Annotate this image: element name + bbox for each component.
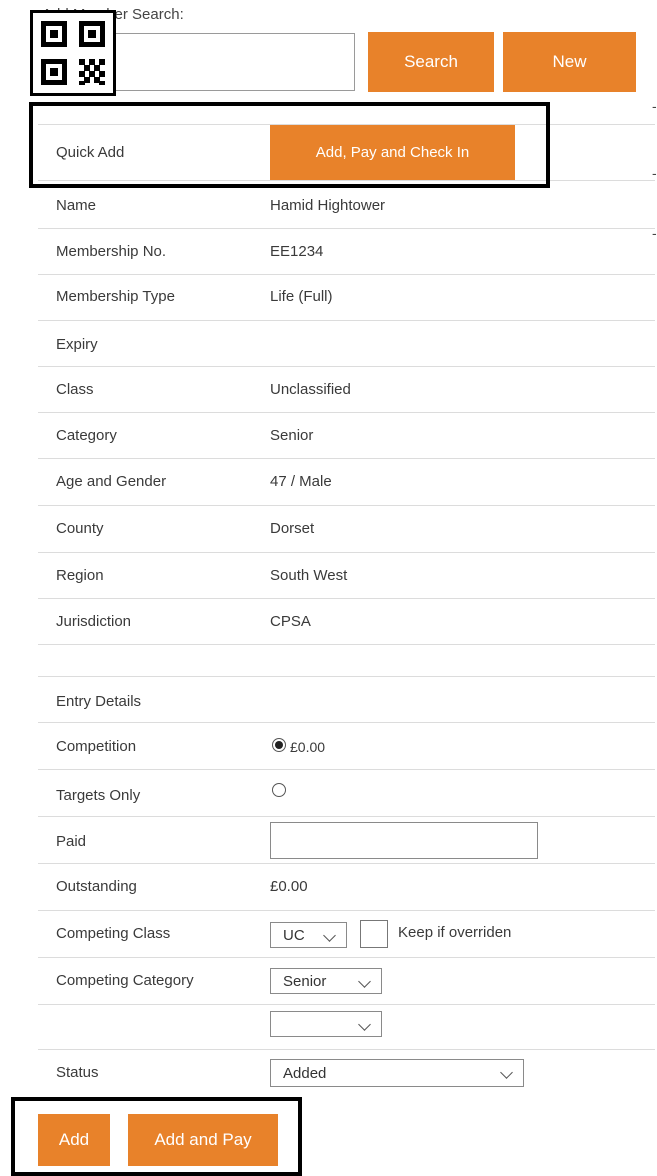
competition-radio[interactable] xyxy=(272,738,286,752)
detail-row-membership-no: Membership No. EE1234 xyxy=(38,229,655,275)
detail-value: CPSA xyxy=(270,613,311,630)
right-edge-fragment: ‐ xyxy=(652,98,657,114)
detail-row-age-gender: Age and Gender 47 / Male xyxy=(38,459,655,506)
detail-label: Expiry xyxy=(56,336,98,353)
detail-row-expiry: Expiry xyxy=(38,321,655,367)
spacer-row xyxy=(38,645,655,677)
detail-label: Age and Gender xyxy=(56,473,167,490)
paid-row: Paid xyxy=(38,817,655,864)
detail-label: Membership Type xyxy=(56,288,175,305)
detail-value: Hamid Hightower xyxy=(270,197,386,214)
competing-class-row: Competing Class UC Keep if overriden xyxy=(38,911,655,958)
detail-value: Unclassified xyxy=(270,381,351,398)
detail-value: Senior xyxy=(270,427,314,444)
quick-add-label: Quick Add xyxy=(56,144,125,161)
qr-code-icon[interactable] xyxy=(30,10,116,96)
entry-details-header: Entry Details xyxy=(56,693,142,710)
chevron-down-icon xyxy=(323,929,336,942)
chevron-down-icon xyxy=(500,1066,513,1079)
detail-value: EE1234 xyxy=(270,243,324,260)
detail-row-county: County Dorset xyxy=(38,506,655,553)
detail-row-membership-type: Membership Type Life (Full) xyxy=(38,275,655,321)
radio-dot xyxy=(275,741,283,749)
detail-label: Membership No. xyxy=(56,243,167,260)
extra-select[interactable] xyxy=(270,1011,382,1037)
detail-label: Region xyxy=(56,567,104,584)
competing-class-value: UC xyxy=(283,926,305,944)
competition-row: Competition £0.00 xyxy=(38,723,655,770)
targets-only-radio[interactable] xyxy=(272,783,286,797)
status-value: Added xyxy=(283,1064,327,1082)
keep-if-overriden-label: Keep if overriden xyxy=(398,924,512,941)
chevron-down-icon xyxy=(358,975,371,988)
search-input[interactable] xyxy=(104,33,355,91)
add-button[interactable]: Add xyxy=(38,1114,110,1166)
competing-category-select[interactable]: Senior xyxy=(270,968,382,994)
outstanding-label: Outstanding xyxy=(56,878,137,895)
detail-row-region: Region South West xyxy=(38,553,655,599)
detail-row-jurisdiction: Jurisdiction CPSA xyxy=(38,599,655,645)
status-select[interactable]: Added xyxy=(270,1059,524,1087)
detail-label: Class xyxy=(56,381,94,398)
detail-value: 47 / Male xyxy=(270,473,332,490)
chevron-down-icon xyxy=(358,1018,371,1031)
search-button[interactable]: Search xyxy=(368,32,494,92)
competition-price: £0.00 xyxy=(290,739,326,755)
outstanding-value: £0.00 xyxy=(270,878,308,895)
detail-row-name: Name Hamid Hightower xyxy=(38,181,655,229)
competing-category-label: Competing Category xyxy=(56,972,194,989)
detail-label: Jurisdiction xyxy=(56,613,132,630)
add-pay-check-in-button[interactable]: Add, Pay and Check In xyxy=(270,125,515,180)
competition-label: Competition xyxy=(56,738,137,755)
entry-details-header-row: Entry Details xyxy=(38,677,655,723)
detail-label: Category xyxy=(56,427,117,444)
new-button[interactable]: New xyxy=(503,32,636,92)
competing-class-label: Competing Class xyxy=(56,925,171,942)
detail-label: County xyxy=(56,520,104,537)
extra-select-row xyxy=(38,1005,655,1050)
keep-if-overriden-checkbox[interactable] xyxy=(360,920,388,948)
detail-value: South West xyxy=(270,567,348,584)
detail-label: Name xyxy=(56,197,97,214)
detail-row-class: Class Unclassified xyxy=(38,367,655,413)
paid-input[interactable] xyxy=(270,822,538,859)
detail-value: Dorset xyxy=(270,520,315,537)
detail-row-category: Category Senior xyxy=(38,413,655,459)
targets-only-row: Targets Only xyxy=(38,770,655,817)
add-and-pay-button[interactable]: Add and Pay xyxy=(128,1114,278,1166)
paid-label: Paid xyxy=(56,833,87,850)
competing-category-value: Senior xyxy=(283,972,327,990)
competing-category-row: Competing Category Senior xyxy=(38,958,655,1005)
status-label: Status xyxy=(56,1064,99,1081)
status-row: Status Added xyxy=(38,1050,655,1096)
outstanding-row: Outstanding £0.00 xyxy=(38,864,655,911)
detail-value: Life (Full) xyxy=(270,288,333,305)
targets-only-label: Targets Only xyxy=(56,787,141,804)
competing-class-select[interactable]: UC xyxy=(270,922,347,948)
